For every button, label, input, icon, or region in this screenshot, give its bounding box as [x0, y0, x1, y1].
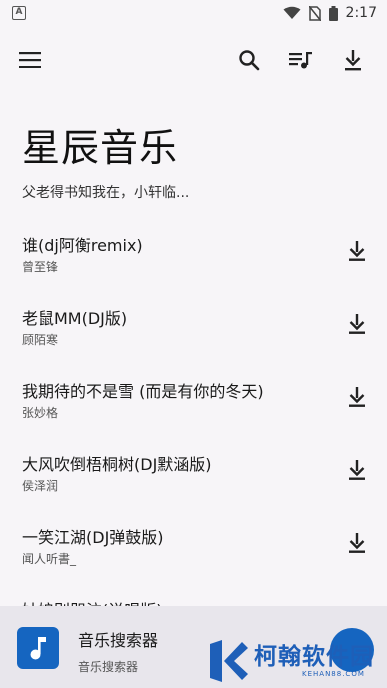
list-item[interactable]: 老鼠MM(DJ版) 顾陌寒: [0, 293, 387, 366]
kehan-logo-icon: [210, 640, 248, 682]
song-title: 老鼠MM(DJ版): [22, 309, 128, 328]
song-artist: 闻人听書_: [22, 552, 77, 566]
song-title: 谁(dj阿衡remix): [22, 236, 143, 255]
status-bar: A 2:17: [0, 0, 387, 26]
download-icon[interactable]: [345, 311, 369, 335]
song-artist: 曾至锋: [22, 260, 59, 274]
header: 星辰音乐 父老得书知我在，小轩临...: [22, 126, 189, 202]
app-bar: [0, 40, 387, 80]
list-item[interactable]: 一笑江湖(DJ弹鼓版) 闻人听書_: [0, 512, 387, 585]
song-artist: 顾陌寒: [22, 333, 59, 347]
song-list: 谁(dj阿衡remix) 曾至锋 老鼠MM(DJ版) 顾陌寒 我期待的不是雪 (…: [0, 220, 387, 658]
no-sim-icon: [308, 5, 321, 21]
watermark: 柯翰软件园 KEHAN88.COM: [206, 636, 384, 686]
download-icon[interactable]: [345, 530, 369, 554]
page-title: 星辰音乐: [22, 126, 179, 170]
list-item[interactable]: 谁(dj阿衡remix) 曾至锋: [0, 220, 387, 293]
song-title: 我期待的不是雪 (而是有你的冬天): [22, 382, 264, 401]
page-subtitle: 父老得书知我在，小轩临...: [22, 185, 190, 201]
player-title: 音乐搜索器: [78, 631, 159, 650]
menu-icon[interactable]: [18, 48, 42, 72]
download-icon[interactable]: [345, 457, 369, 481]
download-icon[interactable]: [341, 48, 365, 72]
watermark-url: KEHAN88.COM: [302, 670, 365, 678]
song-artist: 侯泽润: [22, 479, 59, 493]
status-time: 2:17: [345, 5, 377, 21]
notification-icon: A: [12, 6, 26, 20]
song-artist: 张妙格: [22, 406, 59, 420]
watermark-name: 柯翰软件园: [254, 644, 374, 670]
song-title: 一笑江湖(DJ弹鼓版): [22, 528, 164, 547]
search-icon[interactable]: [237, 48, 261, 72]
wifi-icon: [283, 6, 301, 19]
song-title: 大风吹倒梧桐树(DJ默涵版): [22, 455, 212, 474]
download-icon[interactable]: [345, 384, 369, 408]
battery-icon: [328, 5, 338, 21]
queue-music-icon[interactable]: [289, 48, 313, 72]
album-art: [17, 627, 59, 669]
list-item[interactable]: 大风吹倒梧桐树(DJ默涵版) 侯泽润: [0, 439, 387, 512]
player-subtitle: 音乐搜索器: [78, 660, 139, 674]
music-note-icon: [30, 637, 46, 660]
list-item[interactable]: 我期待的不是雪 (而是有你的冬天) 张妙格: [0, 366, 387, 439]
download-icon[interactable]: [345, 238, 369, 262]
